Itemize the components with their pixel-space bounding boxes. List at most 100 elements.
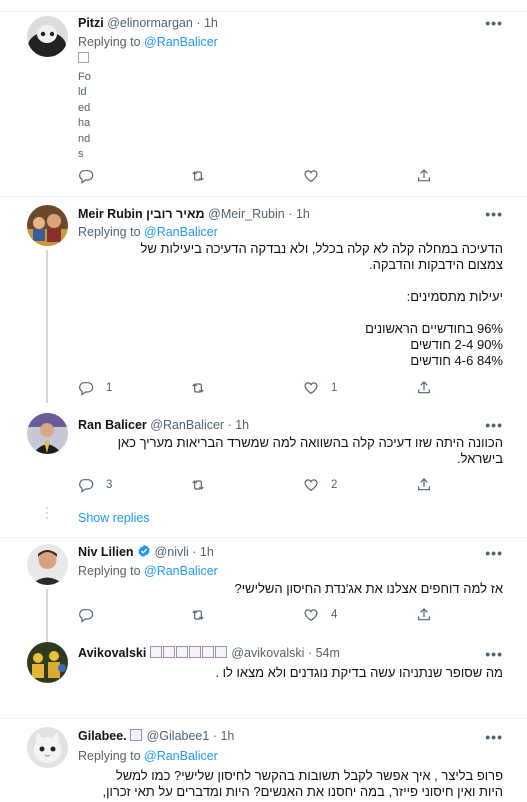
reply-icon (79, 382, 94, 396)
share-icon (418, 381, 430, 394)
thread-line (46, 589, 48, 644)
display-name[interactable]: Avikovalski (78, 646, 146, 660)
tweet-text-line: אז למה דוחפים אצלנו את אג'נדת החיסון השל… (234, 581, 503, 596)
like-count: 2 (331, 479, 338, 491)
show-replies-link[interactable]: Show replies (78, 511, 150, 525)
tweet-text-line: מה שסופר שנתניהו עשה בדיקת נוגדנים ולא מ… (215, 665, 503, 680)
like-count: 4 (331, 609, 338, 621)
like-button[interactable]: 1 (303, 380, 337, 396)
tweet-actions (78, 168, 438, 186)
user-handle[interactable]: @RanBalicer (150, 418, 224, 432)
replying-to-link[interactable]: @RanBalicer (144, 35, 218, 49)
avatar[interactable] (27, 727, 68, 768)
thread-dots (46, 507, 48, 522)
share-icon (418, 608, 430, 621)
reply-icon (79, 479, 94, 493)
broken-image-icon (78, 52, 89, 63)
heart-icon (304, 382, 318, 395)
replying-to-link[interactable]: @RanBalicer (144, 564, 218, 578)
tweet-text: מה שסופר שנתניהו עשה בדיקת נוגדנים ולא מ… (83, 665, 503, 681)
timestamp[interactable]: 1h (296, 207, 310, 221)
emoji-image (188, 646, 201, 658)
tweet-text-line: היות ואין חיסוני פייזר, במה יחסנו את האנ… (102, 784, 503, 799)
replying-to: Replying to @RanBalicer (78, 224, 218, 240)
tweet-text: הכוונה היתה שזו דעיכה קלה בהשוואה למה שמ… (83, 435, 503, 467)
divider (0, 537, 527, 538)
emoji-image (149, 646, 162, 658)
timestamp[interactable]: 1h (200, 545, 214, 559)
tweet-text-line (83, 305, 503, 321)
more-options-button[interactable]: ••• (485, 418, 503, 432)
more-options-button[interactable]: ••• (485, 207, 503, 221)
tweet-text-line: יעילות מתסמינים: (406, 289, 503, 304)
avatar[interactable] (27, 16, 68, 57)
separator: · (192, 545, 197, 559)
more-options-button[interactable]: ••• (485, 730, 503, 744)
heart-icon (304, 479, 318, 492)
like-button[interactable] (303, 168, 331, 184)
display-name[interactable]: Niv Lilien (78, 545, 134, 559)
retweet-button[interactable] (190, 168, 218, 184)
display-name[interactable]: Ran Balicer (78, 418, 147, 432)
tweet-header: Niv Lilien @nivli · 1h (78, 544, 214, 560)
divider (0, 11, 527, 12)
tweet-text-line: פרופ בליצר , איך אפשר לקבל תשובות בהקשר … (115, 768, 503, 783)
timestamp[interactable]: 1h (235, 418, 249, 432)
tweet-text: הדעיכה במחלה קלה לא קלה בכלל, ולא נבדקה … (83, 241, 503, 369)
display-name[interactable]: Pitzi (78, 16, 104, 30)
divider (0, 718, 527, 719)
broken-image: Folded hands (78, 52, 92, 163)
avatar[interactable] (27, 413, 68, 454)
reply-button[interactable]: 3 (78, 477, 112, 493)
emoji-image (175, 646, 188, 658)
user-handle[interactable]: @Gilabee1 (147, 729, 210, 743)
share-button[interactable] (416, 380, 432, 396)
share-button[interactable] (416, 168, 432, 184)
share-icon (418, 478, 430, 491)
like-button[interactable]: 4 (303, 607, 337, 623)
tweet-header: Ran Balicer @RanBalicer · 1h (78, 417, 249, 433)
reply-count: 1 (106, 382, 113, 394)
tweet-text-line (83, 273, 503, 289)
display-name[interactable]: Gilabee. (78, 729, 127, 743)
share-button[interactable] (416, 477, 432, 493)
emoji-image (201, 646, 214, 658)
share-button[interactable] (416, 607, 432, 623)
retweet-button[interactable] (190, 380, 218, 396)
more-options-button[interactable]: ••• (485, 647, 503, 661)
more-options-button[interactable]: ••• (485, 16, 503, 30)
replying-to: Replying to @RanBalicer (78, 748, 218, 764)
timestamp[interactable]: 1h (220, 729, 234, 743)
replying-to-label: Replying to (78, 564, 145, 578)
reply-button[interactable]: 1 (78, 380, 112, 396)
divider (0, 196, 527, 197)
avatar[interactable] (27, 544, 68, 585)
reply-icon (79, 170, 94, 184)
heart-icon (304, 170, 318, 183)
replying-to-label: Replying to (78, 225, 145, 239)
user-handle[interactable]: @avikovalski (231, 646, 304, 660)
like-button[interactable]: 2 (303, 477, 337, 493)
tweet-text-line: הכוונה היתה שזו דעיכה קלה בהשוואה למה שמ… (117, 435, 503, 450)
separator: · (288, 207, 293, 221)
reply-button[interactable] (78, 607, 106, 623)
retweet-button[interactable] (190, 477, 218, 493)
avatar[interactable] (27, 642, 68, 683)
user-handle[interactable]: @elinormargan (107, 16, 193, 30)
avatar[interactable] (27, 205, 68, 246)
reply-button[interactable] (78, 168, 106, 184)
retweet-icon (192, 610, 204, 620)
replying-to-link[interactable]: @RanBalicer (144, 225, 218, 239)
thread-line (46, 250, 48, 403)
timestamp[interactable]: 54m (316, 646, 340, 660)
timestamp[interactable]: 1h (204, 16, 218, 30)
share-icon (418, 169, 430, 182)
tweet-text-line: 84% 4-6 חודשים (410, 353, 503, 368)
user-handle[interactable]: @nivli (155, 545, 189, 559)
display-name[interactable]: Meir Rubin מאיר רובין (78, 207, 205, 221)
retweet-button[interactable] (190, 607, 218, 623)
replying-to-link[interactable]: @RanBalicer (144, 749, 218, 763)
more-options-button[interactable]: ••• (485, 546, 503, 560)
reply-icon (79, 609, 94, 623)
user-handle[interactable]: @Meir_Rubin (208, 207, 285, 221)
